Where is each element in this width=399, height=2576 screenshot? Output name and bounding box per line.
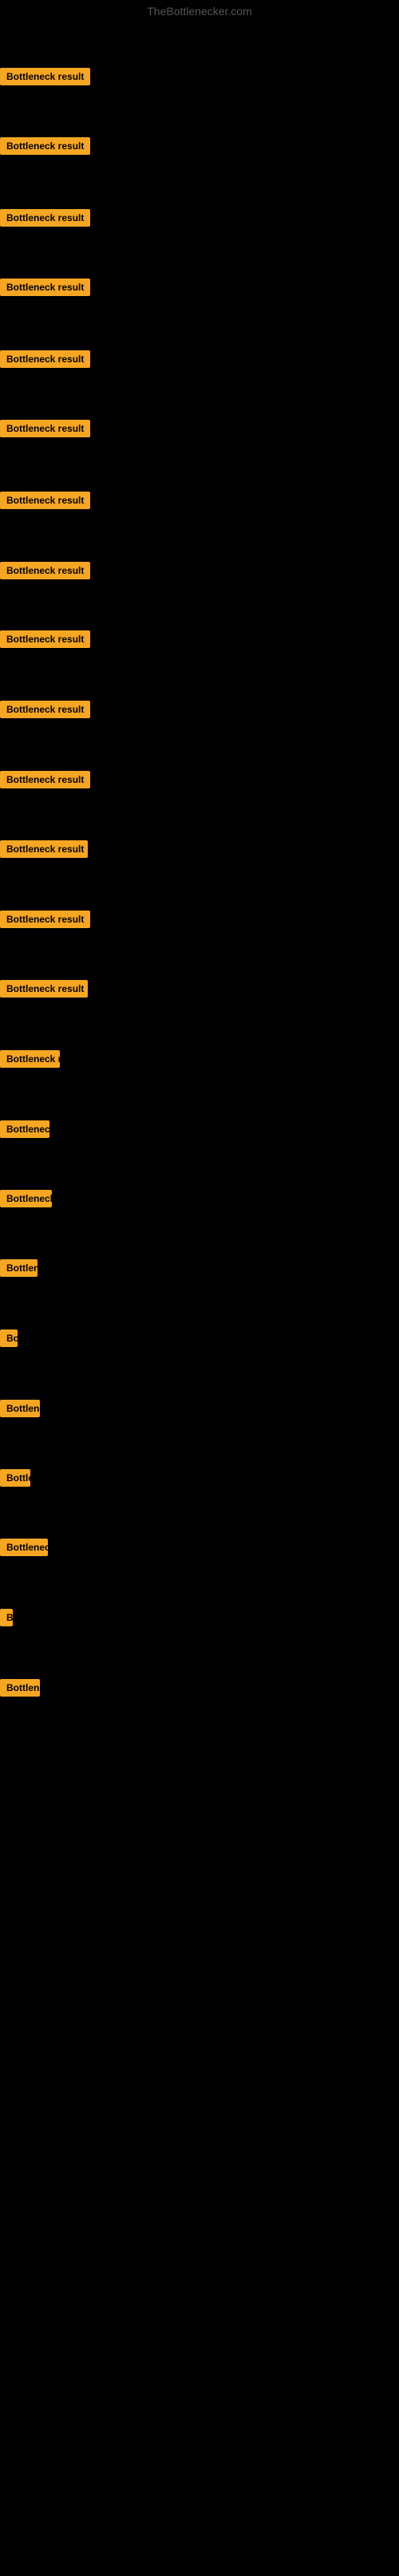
bottleneck-result-badge: Bottleneck result — [0, 1259, 38, 1277]
bottleneck-result-badge: Bottleneck result — [0, 492, 90, 509]
bottleneck-result-badge: Bottleneck result — [0, 980, 88, 998]
bottleneck-result-badge: Bottleneck result — [0, 840, 88, 858]
bottleneck-result-badge: Bottleneck result — [0, 279, 90, 296]
bottleneck-result-badge: Bottleneck result — [0, 562, 90, 579]
bottleneck-result-badge: Bottleneck result — [0, 701, 90, 718]
bottleneck-result-badge: Bottleneck result — [0, 1050, 60, 1068]
bottleneck-result-badge: Bottleneck result — [0, 1120, 49, 1138]
bottleneck-result-badge: Bottleneck result — [0, 1539, 48, 1556]
bottleneck-result-badge: Bottleneck result — [0, 1609, 13, 1626]
bottleneck-result-badge: Bottleneck result — [0, 209, 90, 227]
bottleneck-result-badge: Bottleneck result — [0, 911, 90, 928]
bottleneck-result-badge: Bottleneck result — [0, 1329, 18, 1347]
bottleneck-result-badge: Bottleneck result — [0, 420, 90, 437]
bottleneck-result-badge: Bottleneck result — [0, 68, 90, 85]
bottleneck-result-badge: Bottleneck result — [0, 350, 90, 368]
bottleneck-result-badge: Bottleneck result — [0, 1190, 52, 1207]
bottleneck-result-badge: Bottleneck result — [0, 1469, 30, 1487]
bottleneck-result-badge: Bottleneck result — [0, 1679, 40, 1697]
bottleneck-result-badge: Bottleneck result — [0, 1400, 40, 1417]
bottleneck-result-badge: Bottleneck result — [0, 771, 90, 788]
bottleneck-result-badge: Bottleneck result — [0, 630, 90, 648]
site-title: TheBottlenecker.com — [0, 0, 399, 22]
bottleneck-result-badge: Bottleneck result — [0, 137, 90, 155]
